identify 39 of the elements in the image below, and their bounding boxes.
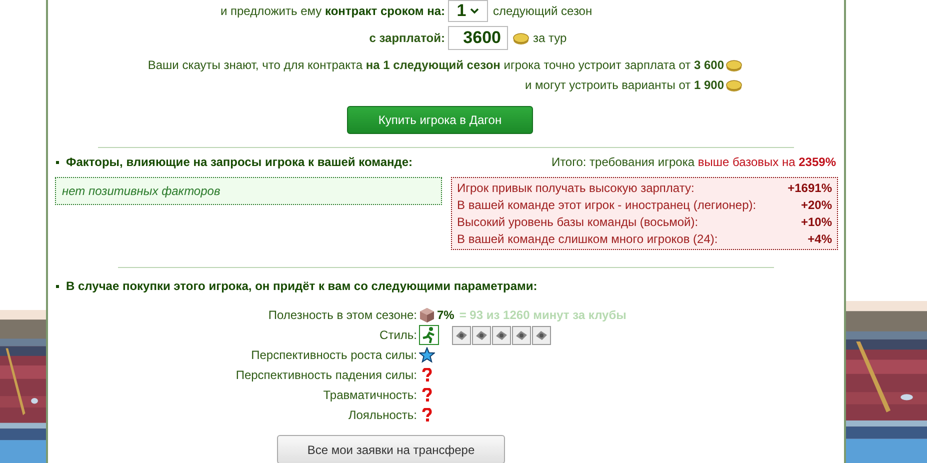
term-suffix: следующий сезон	[493, 3, 592, 20]
scouts-text: и могут устроить варианты от 1 900	[525, 77, 724, 94]
factor-label: В вашей команде этот игрок - иностранец (легионер):	[457, 198, 756, 212]
param-label: Полезность в этом сезоне:	[268, 308, 417, 322]
scouts-text: Ваши скауты знают, что для контракта на 1 следующий сезон игрока точно устроит зарплата от 3 600	[148, 57, 724, 74]
question-icon	[422, 408, 432, 422]
buy-button[interactable]: Купить игрока в Дагон	[347, 106, 533, 134]
factor-value: +4%	[808, 232, 832, 246]
salary-suffix: за тур	[533, 30, 567, 47]
term-select[interactable]: 1	[448, 0, 488, 22]
coin-icon	[726, 80, 742, 92]
chevron-down-icon	[470, 8, 480, 14]
factor-label: В вашей команде слишком много игроков (24):	[457, 232, 718, 246]
param-label: Перспективность роста силы:	[251, 348, 417, 362]
cube-icon	[419, 307, 435, 323]
factor-value: +1691%	[788, 181, 832, 195]
factor-value: +10%	[800, 215, 832, 229]
param-label: Перспективность падения силы:	[236, 368, 417, 382]
salary-field[interactable]: 3600	[448, 26, 508, 50]
factor-value: +20%	[800, 198, 832, 212]
param-label: Травматичность:	[323, 388, 417, 402]
usefulness-detail: = 93 из 1260 минут за клубы	[459, 307, 626, 324]
question-icon	[422, 368, 432, 382]
factors-title: Факторы, влияющие на запросы игрока к вашей команде:	[66, 154, 413, 171]
factors-total: Итого: требования игрока выше базовых на 2359%	[551, 154, 836, 171]
usefulness-value: 7%	[437, 307, 454, 324]
factor-note: нет позитивных факторов	[62, 183, 222, 200]
param-label: Лояльность:	[348, 408, 417, 422]
contract-label: и предложить ему контракт сроком на:	[220, 4, 445, 18]
salary-label: с зарплатой:	[369, 31, 445, 45]
star-icon	[419, 347, 435, 363]
coin-icon	[726, 60, 742, 72]
coin-icon	[513, 32, 529, 45]
transfers-button[interactable]: Все мои заявки на трансфере	[277, 435, 505, 463]
param-label: Стиль:	[380, 328, 417, 342]
params-title: В случае покупки этого игрока, он придёт к вам со следующими параметрами:	[66, 278, 538, 295]
factor-label: Игрок привык получать высокую зарплату:	[457, 181, 694, 195]
factor-label: Высокий уровень базы команды (восьмой):	[457, 215, 698, 229]
question-icon	[422, 388, 432, 402]
